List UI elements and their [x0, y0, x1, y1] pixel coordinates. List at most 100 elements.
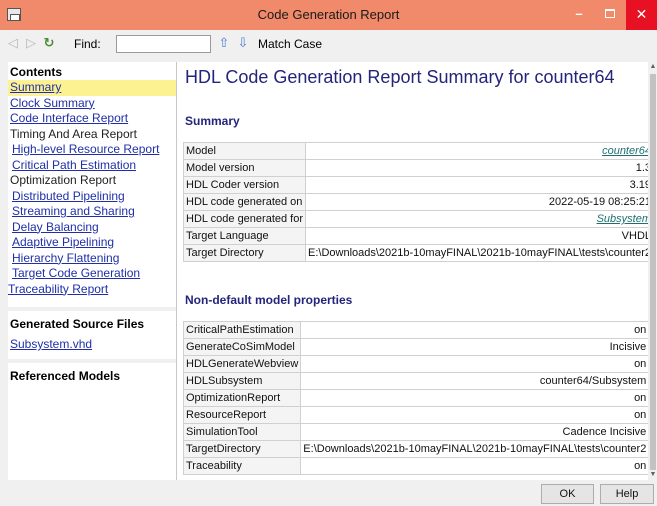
maximize-icon [605, 9, 615, 19]
find-next-arrow-icon[interactable]: ⇩ [236, 36, 250, 50]
property-value: on [300, 355, 648, 373]
model-link[interactable]: counter64 [602, 145, 648, 157]
property-value: on [300, 406, 648, 424]
subsystem-link[interactable]: Subsystem [597, 213, 648, 225]
nav-link-code-interface-report[interactable]: Code Interface Report [8, 111, 176, 127]
property-key: TargetDirectory [182, 440, 302, 458]
contents-heading: Contents [10, 65, 62, 79]
minimize-button[interactable]: – [564, 0, 594, 30]
summary-heading: Summary [185, 114, 240, 128]
generated-files-heading: Generated Source Files [10, 317, 145, 331]
forward-arrow-icon[interactable]: ▷ [24, 36, 38, 50]
minimize-icon: – [575, 6, 583, 21]
table-row: Model counter64 [183, 142, 648, 160]
table-row: SimulationTool Cadence Incisive [182, 423, 648, 441]
summary-value: 1.3 [304, 159, 648, 177]
close-button[interactable]: ✕ [626, 0, 657, 30]
nondefault-properties-table: CriticalPathEstimation on GenerateCoSimMo… [182, 321, 648, 475]
nav-link-high-level-resource-report[interactable]: High-level Resource Report [8, 142, 176, 158]
button-bar: OK Help [0, 480, 657, 506]
referenced-models-section: Referenced Models [8, 358, 176, 387]
summary-value: counter64 [304, 142, 648, 160]
window-title: Code Generation Report [257, 7, 400, 22]
nav-link-clock-summary[interactable]: Clock Summary [8, 96, 176, 112]
table-row: Target Language VHDL [183, 227, 648, 245]
nav-link-adaptive-pipelining[interactable]: Adaptive Pipelining [8, 235, 176, 251]
close-icon: ✕ [635, 6, 648, 22]
table-row: OptimizationReport on [182, 389, 648, 407]
report-content: HDL Code Generation Report Summary for c… [177, 62, 648, 480]
nav-link-distributed-pipelining[interactable]: Distributed Pipelining [8, 189, 176, 205]
title-bar: Code Generation Report – ✕ [0, 0, 657, 30]
help-button[interactable]: Help [600, 484, 654, 504]
scroll-down-icon[interactable]: ▼ [648, 470, 657, 480]
property-value: on [300, 389, 648, 407]
summary-value: 2022-05-19 08:25:21 [304, 193, 648, 211]
summary-key: Target Directory [183, 244, 306, 262]
nav-group-timing-area: Timing And Area Report [10, 126, 137, 141]
summary-value: Subsystem [304, 210, 648, 228]
property-key: HDLGenerateWebview [182, 355, 302, 373]
table-row: HDLSubsystem counter64/Subsystem [182, 372, 648, 390]
summary-key: HDL code generated for [183, 210, 306, 228]
contents-panel: Contents Summary Clock Summary Code Inte… [8, 62, 176, 480]
referenced-models-heading: Referenced Models [10, 368, 121, 383]
find-previous-arrow-icon[interactable]: ⇧ [217, 36, 231, 50]
report-panel[interactable]: HDL Code Generation Report Summary for c… [176, 62, 657, 480]
property-key: HDLSubsystem [182, 372, 302, 390]
summary-key: Target Language [183, 227, 306, 245]
table-row: TargetDirectory E:\Downloads\2021b-10mayF… [182, 440, 648, 458]
match-case-toggle[interactable]: Match Case [258, 37, 322, 51]
page-title: HDL Code Generation Report Summary for c… [185, 67, 615, 87]
find-input[interactable] [116, 35, 211, 53]
nav-link-traceability-report[interactable]: Traceability Report [8, 282, 176, 298]
contents-section: Contents Summary Clock Summary Code Inte… [8, 62, 176, 297]
nondefault-properties-heading: Non-default model properties [185, 293, 353, 307]
property-value: on [300, 457, 648, 475]
property-key: SimulationTool [182, 423, 302, 441]
nav-link-target-code-generation[interactable]: Target Code Generation [8, 266, 176, 282]
table-row: ResourceReport on [182, 406, 648, 424]
property-key: Traceability [182, 457, 302, 475]
property-value: counter64/Subsystem [300, 372, 648, 390]
maximize-button[interactable] [595, 0, 625, 30]
file-link-subsystem-vhd[interactable]: Subsystem.vhd [8, 337, 176, 353]
property-value: Cadence Incisive [300, 423, 648, 441]
summary-value: E:\Downloads\2021b-10mayFINAL\2021b-10ma… [304, 244, 648, 262]
summary-value: VHDL [304, 227, 648, 245]
nav-group-optimization-report: Optimization Report [10, 173, 117, 187]
nav-link-delay-balancing[interactable]: Delay Balancing [8, 220, 176, 236]
nav-link-hierarchy-flattening[interactable]: Hierarchy Flattening [8, 251, 176, 267]
property-value: on [300, 321, 648, 339]
property-key: CriticalPathEstimation [182, 321, 302, 339]
summary-value: 3.19 [304, 176, 648, 194]
table-row: Traceability on [182, 457, 648, 475]
nav-link-critical-path-estimation[interactable]: Critical Path Estimation [8, 158, 176, 174]
nav-link-summary[interactable]: Summary [8, 80, 176, 96]
scrollbar-thumb[interactable] [650, 74, 656, 470]
back-arrow-icon[interactable]: ◁ [6, 36, 20, 50]
property-key: ResourceReport [182, 406, 302, 424]
find-label: Find: [74, 37, 101, 51]
refresh-icon[interactable]: ↻ [42, 36, 56, 50]
vertical-scrollbar[interactable]: ▲ ▼ [648, 62, 657, 480]
table-row: HDLGenerateWebview on [182, 355, 648, 373]
generated-files-section: Generated Source Files Subsystem.vhd [8, 307, 176, 353]
property-value: Incisive [300, 338, 648, 356]
table-row: GenerateCoSimModel Incisive [182, 338, 648, 356]
nav-link-streaming-and-sharing[interactable]: Streaming and Sharing [8, 204, 176, 220]
table-row: HDL Coder version 3.19 [183, 176, 648, 194]
table-row: CriticalPathEstimation on [182, 321, 648, 339]
table-row: HDL code generated for Subsystem [183, 210, 648, 228]
table-row: Model version 1.3 [183, 159, 648, 177]
table-row: HDL code generated on 2022-05-19 08:25:21 [183, 193, 648, 211]
summary-key: Model version [183, 159, 306, 177]
table-row: Target Directory E:\Downloads\2021b-10may… [183, 244, 648, 262]
ok-button[interactable]: OK [541, 484, 594, 504]
property-key: OptimizationReport [182, 389, 302, 407]
summary-table: Model counter64 Model version 1.3 HDL Code… [183, 142, 648, 262]
scroll-up-icon[interactable]: ▲ [648, 62, 657, 72]
toolbar: ◁ ▷ ↻ Find: ⇧ ⇩ Match Case [0, 30, 657, 58]
property-value: E:\Downloads\2021b-10mayFINAL\2021b-10ma… [300, 440, 648, 458]
summary-key: Model [183, 142, 306, 160]
